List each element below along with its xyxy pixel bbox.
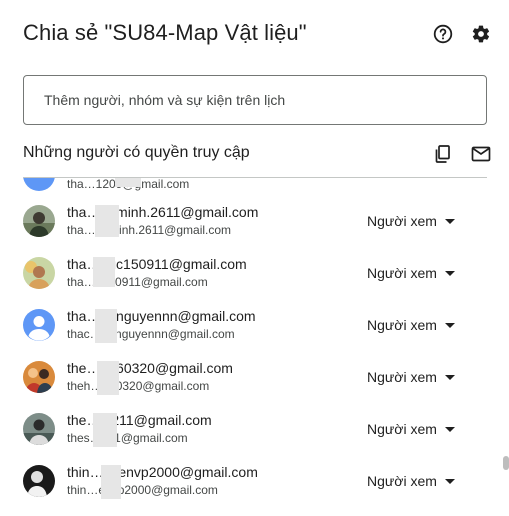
person-email: tha…anminh.2611@gmail.com xyxy=(67,223,232,237)
help-circle-icon xyxy=(433,24,453,44)
email-icon xyxy=(471,146,491,162)
copy-link-icon xyxy=(435,145,450,163)
person-email: thin…envp2000@gmail.com xyxy=(67,483,218,497)
avatar xyxy=(23,309,55,341)
add-people-input[interactable] xyxy=(44,92,466,108)
role-dropdown[interactable]: Người xem xyxy=(363,365,473,389)
list-divider xyxy=(23,177,487,178)
role-dropdown[interactable]: Người xem xyxy=(363,209,473,233)
avatar xyxy=(23,257,55,289)
chevron-down-icon xyxy=(445,479,455,484)
role-label: Người xem xyxy=(367,421,437,437)
scrollbar[interactable] xyxy=(503,456,509,470)
avatar xyxy=(23,413,55,445)
redaction-block xyxy=(93,413,117,447)
role-label: Người xem xyxy=(367,265,437,281)
redaction-block xyxy=(95,309,117,343)
avatar xyxy=(23,205,55,237)
person-name: the…g260320@gmail.com xyxy=(67,360,233,376)
chevron-down-icon xyxy=(445,323,455,328)
dialog-title: Chia sẻ "SU84-Map Vật liệu" xyxy=(23,20,307,45)
chevron-down-icon xyxy=(445,271,455,276)
role-dropdown[interactable]: Người xem xyxy=(363,261,473,285)
person-email: thac…ngnguyennn@gmail.com xyxy=(67,327,235,341)
person-email: theh…260320@gmail.com xyxy=(67,379,210,393)
people-list: tha…1209@gmail.com tha…anminh.2611@gmail… xyxy=(0,177,509,516)
help-icon[interactable] xyxy=(431,22,455,46)
chevron-down-icon xyxy=(445,427,455,432)
avatar xyxy=(23,361,55,393)
list-item[interactable]: the…g260320@gmail.com theh…260320@gmail.… xyxy=(23,351,487,403)
list-item[interactable]: tha…anminh.2611@gmail.com tha…anminh.261… xyxy=(23,195,487,247)
person-email: tha…c150911@gmail.com xyxy=(67,275,208,289)
dialog-header: Chia sẻ "SU84-Map Vật liệu" xyxy=(23,18,495,52)
role-label: Người xem xyxy=(367,473,437,489)
role-dropdown[interactable]: Người xem xyxy=(363,469,473,493)
role-label: Người xem xyxy=(367,369,437,385)
role-label: Người xem xyxy=(367,317,437,333)
email-people-button[interactable] xyxy=(469,142,493,166)
redaction-block xyxy=(101,465,121,499)
person-email: thes…211@gmail.com xyxy=(67,431,188,445)
copy-emails-button[interactable] xyxy=(431,142,455,166)
avatar xyxy=(23,177,55,191)
chevron-down-icon xyxy=(445,219,455,224)
gear-icon xyxy=(472,25,490,43)
person-name: the…ts211@gmail.com xyxy=(67,412,212,428)
add-people-field[interactable] xyxy=(23,75,487,125)
access-title: Những người có quyền truy cập xyxy=(23,144,250,161)
role-dropdown[interactable]: Người xem xyxy=(363,417,473,441)
list-item[interactable]: tha…ngnguyennn@gmail.com thac…ngnguyennn… xyxy=(23,299,487,351)
redaction-block xyxy=(93,257,115,287)
person-name: thin…uyenvp2000@gmail.com xyxy=(67,464,258,480)
role-label: Người xem xyxy=(367,213,437,229)
redaction-block xyxy=(115,177,141,187)
avatar xyxy=(23,465,55,497)
chevron-down-icon xyxy=(445,375,455,380)
list-item[interactable]: the…ts211@gmail.com thes…211@gmail.com N… xyxy=(23,403,487,455)
list-item[interactable]: thin…uyenvp2000@gmail.com thin…envp2000@… xyxy=(23,455,487,507)
settings-button[interactable] xyxy=(469,22,493,46)
redaction-block xyxy=(95,205,119,237)
role-dropdown[interactable]: Người xem xyxy=(363,313,473,337)
access-header: Những người có quyền truy cập xyxy=(23,142,495,166)
list-item[interactable]: tha…guc150911@gmail.com tha…c150911@gmai… xyxy=(23,247,487,299)
redaction-block xyxy=(97,361,119,395)
